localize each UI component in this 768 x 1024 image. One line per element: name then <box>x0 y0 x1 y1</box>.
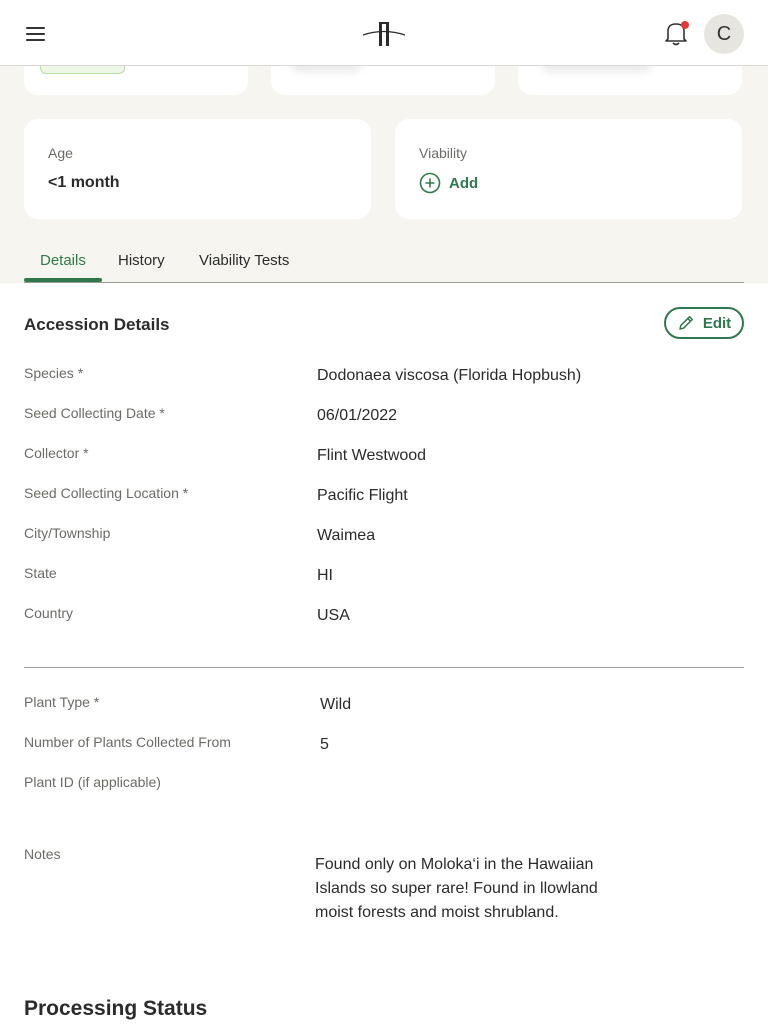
field-value: Dodonaea viscosa (Florida Hopbush) <box>317 367 582 384</box>
field-label: Plant ID (if applicable) <box>24 774 161 790</box>
viability-label: Viability <box>419 145 467 161</box>
field-value: Wild <box>320 696 352 713</box>
active-tab-indicator <box>24 278 102 282</box>
tab-details[interactable]: Details <box>40 252 86 269</box>
field-value: Waimea <box>317 527 376 544</box>
tab-bar: Details History Viability Tests <box>24 240 744 283</box>
field-value: 06/01/2022 <box>317 407 398 424</box>
field-label: Seed Collecting Location * <box>24 485 189 501</box>
age-value: <1 month <box>48 174 120 191</box>
field-value: 5 <box>320 736 329 753</box>
avatar[interactable]: C <box>704 14 744 54</box>
notes-label: Notes <box>24 846 61 862</box>
notes-value: Found only on Moloka‘i in the Hawaiian I… <box>315 856 598 921</box>
field-label: Country <box>24 605 74 621</box>
processing-status-title: Processing Status <box>24 997 208 1020</box>
field-label: State <box>24 565 57 581</box>
field-value: Flint Westwood <box>317 447 427 464</box>
section-title: Accession Details <box>24 315 170 334</box>
add-viability-button[interactable]: Add <box>419 172 478 194</box>
plus-circle-icon <box>419 172 441 194</box>
menu-icon[interactable] <box>24 22 48 46</box>
logo-icon[interactable] <box>362 18 406 50</box>
field-label: City/Township <box>24 525 111 541</box>
field-label: Plant Type * <box>24 694 100 710</box>
add-viability-label: Add <box>449 174 479 192</box>
edit-button[interactable]: Edit <box>664 307 744 339</box>
field-label: Collector * <box>24 445 89 461</box>
accession-details-panel: Accession Details Edit Species * Dodonae… <box>0 283 768 1024</box>
tab-history[interactable]: History <box>118 252 165 269</box>
bell-icon[interactable] <box>664 20 689 46</box>
field-label: Seed Collecting Date * <box>24 405 165 421</box>
viability-card: Viability Add <box>395 119 742 219</box>
field-value: USA <box>317 607 350 624</box>
age-label: Age <box>48 145 73 161</box>
top-app-bar: C <box>0 0 768 66</box>
age-card: Age <1 month <box>24 119 371 219</box>
notification-dot <box>681 21 689 29</box>
field-value: Pacific Flight <box>317 487 408 504</box>
field-value: HI <box>317 567 333 584</box>
edit-label: Edit <box>702 314 732 332</box>
section-divider <box>24 667 744 668</box>
field-label: Number of Plants Collected From <box>24 734 231 750</box>
pencil-icon <box>679 316 693 330</box>
tab-viability-tests[interactable]: Viability Tests <box>199 252 289 269</box>
field-label: Species * <box>24 365 84 381</box>
